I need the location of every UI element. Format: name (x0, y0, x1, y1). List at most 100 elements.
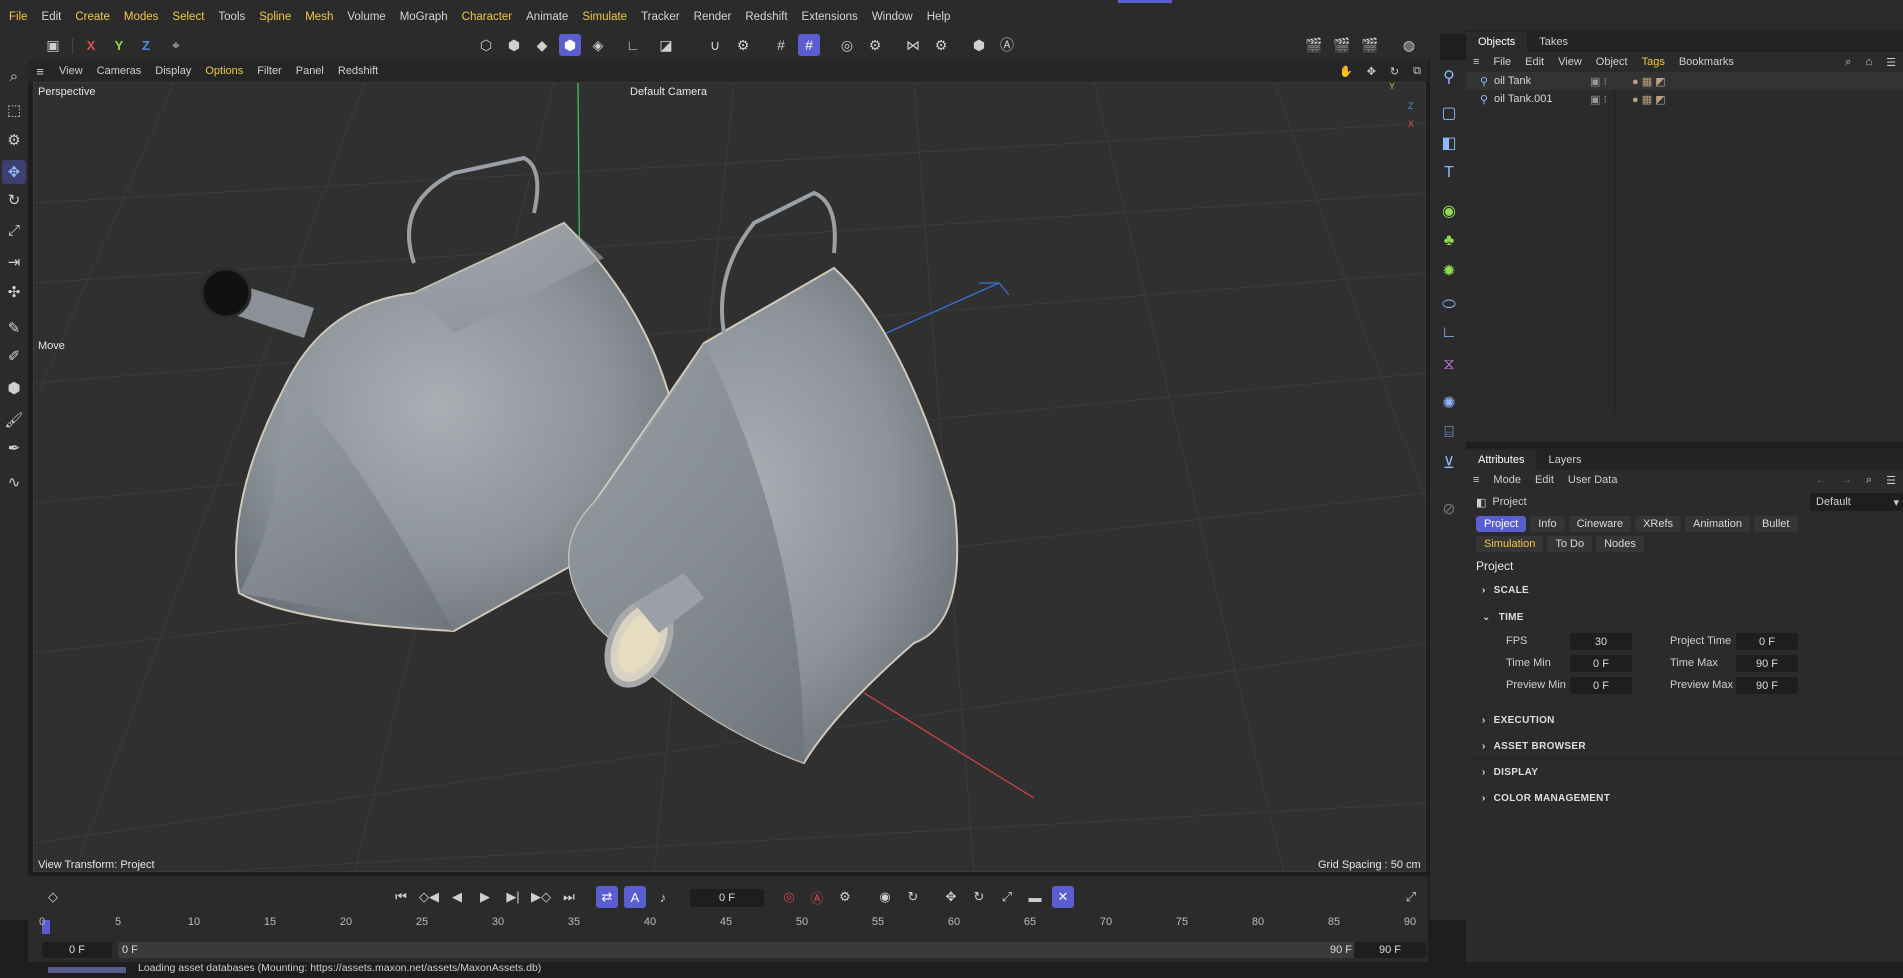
record-icon[interactable]: ◎ (778, 886, 800, 908)
layout-icon[interactable]: ◍ (1398, 34, 1420, 56)
menu-extensions[interactable]: Extensions (795, 11, 865, 23)
viewport-menu-options[interactable]: Options (198, 65, 250, 77)
spline-pen-icon[interactable]: ✎ (2, 316, 26, 340)
attributes-menu-user-data[interactable]: User Data (1561, 474, 1625, 486)
attr-tab-cineware[interactable]: Cineware (1568, 516, 1632, 532)
grid-icon[interactable]: # (770, 34, 792, 56)
spline-sketch-icon[interactable]: ✐ (2, 344, 26, 368)
tab-objects[interactable]: Objects (1466, 32, 1528, 52)
current-frame-field[interactable]: 0 F (690, 889, 764, 907)
menu-window[interactable]: Window (865, 11, 920, 23)
menu-help[interactable]: Help (920, 11, 958, 23)
effector-icon[interactable]: ✹ (1436, 258, 1462, 284)
menu-tracker[interactable]: Tracker (634, 11, 687, 23)
polygons-mode-icon[interactable]: ◆ (531, 34, 553, 56)
tab-layers[interactable]: Layers (1536, 450, 1593, 470)
start-frame-field[interactable]: 0 F (42, 942, 112, 958)
previous-key-icon[interactable]: ◇◀ (418, 886, 440, 908)
end-frame-field[interactable]: 90 F (1354, 942, 1426, 958)
attributes-filter-icon[interactable]: ☰ (1879, 474, 1903, 487)
section-display[interactable]: › DISPLAY (1466, 760, 1903, 786)
viewport-hamburger-icon[interactable]: ≡ (28, 64, 52, 79)
menu-spline[interactable]: Spline (252, 11, 298, 23)
attributes-menu-edit[interactable]: Edit (1528, 474, 1561, 486)
pan-icon[interactable]: ✋ (1332, 65, 1360, 78)
spline-rectangle-icon[interactable]: ▢ (1436, 100, 1462, 126)
next-key-icon[interactable]: ▶◇ (530, 886, 552, 908)
edges-mode-icon[interactable]: ⬢ (503, 34, 525, 56)
floor-icon[interactable]: ⊻ (1436, 450, 1462, 476)
sketch-icon[interactable]: ⊘ (1436, 496, 1462, 522)
range-slider[interactable]: 0 F 90 F (118, 942, 1358, 958)
time-max-field[interactable]: 90 F (1736, 655, 1798, 672)
camera-icon[interactable]: ⌸ (1436, 420, 1462, 446)
maximize-icon[interactable]: ⧉ (1406, 65, 1428, 78)
section-time[interactable]: ⌄ TIME (1466, 604, 1903, 630)
project-time-field[interactable]: 0 F (1736, 633, 1798, 650)
move-icon[interactable]: ✥ (2, 160, 26, 184)
next-frame-icon[interactable]: ▶| (502, 886, 524, 908)
scale-icon[interactable]: ⤢ (2, 218, 26, 242)
go-to-start-icon[interactable]: ⏮ (390, 886, 412, 908)
render-picture-viewer-icon[interactable]: 🎬 (1331, 34, 1353, 56)
points-mode-icon[interactable]: ⬡ (475, 34, 497, 56)
menu-character[interactable]: Character (455, 11, 520, 23)
cloner-icon[interactable]: ♣ (1436, 228, 1462, 254)
tab-takes[interactable]: Takes (1527, 32, 1580, 52)
tweak-icon[interactable]: ⚙ (2, 128, 26, 152)
snap-settings-icon[interactable]: ⚙ (732, 34, 754, 56)
menu-select[interactable]: Select (165, 11, 211, 23)
visibility-icon[interactable]: ▣ ⁝ (1590, 75, 1618, 88)
section-asset-browser[interactable]: › ASSET BROWSER (1466, 734, 1903, 760)
deformer-icon[interactable]: ⬭ (1436, 292, 1462, 318)
attr-tab-nodes[interactable]: Nodes (1596, 536, 1644, 552)
section-execution[interactable]: › EXECUTION (1466, 708, 1903, 734)
select-icon[interactable]: ⬚ (2, 98, 26, 122)
viewport-menu-panel[interactable]: Panel (289, 65, 331, 77)
symmetry-icon[interactable]: ⋈ (902, 34, 924, 56)
key-position-icon[interactable]: ◉ (874, 886, 896, 908)
transfer-icon[interactable]: ⇥ (2, 250, 26, 274)
viewport-camera-label[interactable]: Default Camera (630, 86, 707, 98)
tab-attributes[interactable]: Attributes (1466, 450, 1537, 470)
autokey-icon[interactable]: Ⓐ (806, 886, 828, 908)
key-pla-icon[interactable]: ✕ (1052, 886, 1074, 908)
objects-hamburger-icon[interactable]: ≡ (1466, 56, 1486, 68)
menu-tools[interactable]: Tools (211, 11, 252, 23)
objects-home-icon[interactable]: ⌂ (1858, 56, 1879, 68)
text-icon[interactable]: T (1436, 160, 1462, 186)
objects-menu-file[interactable]: File (1486, 56, 1518, 68)
loop-icon[interactable]: ⇄ (596, 886, 618, 908)
dolly-icon[interactable]: ✥ (1360, 65, 1383, 78)
fps-mode-icon[interactable]: A (624, 886, 646, 908)
rotate-icon[interactable]: ↻ (2, 188, 26, 212)
viewport-menu-filter[interactable]: Filter (250, 65, 288, 77)
paint-icon[interactable]: ⬢ (2, 376, 26, 400)
axis-y-toggle[interactable]: Y (108, 34, 130, 56)
forward-arrow-icon[interactable]: → (1834, 474, 1859, 486)
objects-menu-bookmarks[interactable]: Bookmarks (1672, 56, 1741, 68)
brush-icon[interactable]: 🖌 (2, 408, 26, 432)
timeline-ruler[interactable]: 0 5 10 15 20 25 30 35 40 45 50 55 60 65 … (39, 916, 1422, 936)
go-to-end-icon[interactable]: ⏭ (558, 886, 580, 908)
menu-mograph[interactable]: MoGraph (393, 11, 455, 23)
section-scale[interactable]: › SCALE (1466, 578, 1903, 604)
place-icon[interactable]: ✣ (2, 280, 26, 304)
attributes-menu-mode[interactable]: Mode (1486, 474, 1528, 486)
previous-frame-icon[interactable]: ◀ (446, 886, 468, 908)
menu-modes[interactable]: Modes (117, 11, 166, 23)
timeline-expand-icon[interactable]: ⤢ (1400, 886, 1422, 908)
workplane-icon[interactable]: ∟ (622, 34, 644, 56)
solo-icon[interactable]: ◪ (655, 34, 677, 56)
menu-simulate[interactable]: Simulate (575, 11, 634, 23)
model-mode-icon[interactable]: ⬢ (559, 34, 581, 56)
back-arrow-icon[interactable]: ← (1809, 474, 1834, 486)
attributes-hamburger-icon[interactable]: ≡ (1466, 474, 1486, 486)
material-tag-icon[interactable]: ● ▦ ◩ (1632, 93, 1666, 106)
lock-icon[interactable]: ⬢ (968, 34, 990, 56)
viewport-menu-view[interactable]: View (52, 65, 90, 77)
viewport-menu-redshift[interactable]: Redshift (331, 65, 385, 77)
search-icon[interactable]: ⌕ (2, 64, 26, 88)
menu-redshift[interactable]: Redshift (738, 11, 794, 23)
menu-animate[interactable]: Animate (519, 11, 575, 23)
